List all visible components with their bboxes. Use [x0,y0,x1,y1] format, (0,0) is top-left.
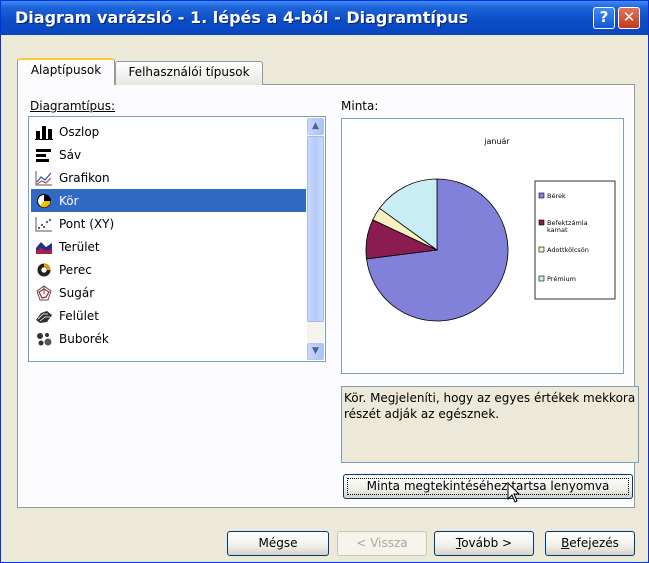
surface-chart-icon [36,310,52,323]
list-item-radar[interactable]: Sugár [31,281,306,304]
column-chart-icon [35,125,53,140]
chart-type-listbox[interactable]: Oszlop Sáv Grafikon Kör Pont (XY) Terüle… [28,116,326,362]
list-item-pie[interactable]: Kör [31,189,306,212]
list-item-bar[interactable]: Sáv [31,143,306,166]
list-item-label: Kör [59,193,79,208]
pie-chart-icon [37,193,51,208]
tab-custom-types[interactable]: Felhasználói típusok [115,61,263,85]
area-chart-icon [36,241,52,254]
scroll-up-button[interactable]: ▲ [307,118,324,135]
list-item-label: Sáv [59,147,82,162]
focus-rectangle [347,478,629,495]
bar-chart-icon [36,148,51,162]
doughnut-chart-icon [37,263,51,276]
list-item-bubble[interactable]: Buborék [31,327,306,350]
list-item-area[interactable]: Terület [31,235,306,258]
chart-type-label: Diagramtípus: [30,99,116,113]
legend-swatch [538,219,545,226]
list-item-line[interactable]: Grafikon [31,166,306,189]
list-item-label: Terület [59,239,100,254]
scatter-chart-icon [35,216,52,231]
finish-button[interactable]: Befejezés [545,531,635,556]
scroll-thumb[interactable] [307,136,324,322]
tab-standard-types[interactable]: Alaptípusok [17,58,115,85]
legend-label: Bérek [547,192,566,200]
list-item-scatter[interactable]: Pont (XY) [31,212,306,235]
list-item-label: Oszlop [59,124,100,139]
mouse-pointer-icon [507,482,521,503]
list-item-surface[interactable]: Felület [31,304,306,327]
finish-label: efejezés [569,536,619,550]
radar-chart-icon [36,284,52,300]
bubble-chart-icon [37,332,52,345]
list-item-doughnut[interactable]: Perec [31,258,306,281]
line-chart-icon [35,170,52,185]
pie-chart: január BérekBefektzámla kamatAdottkölcsön… [365,137,616,322]
sample-label: Minta: [341,99,379,113]
list-item-label: Buborék [59,331,109,346]
legend-label: Adottkölcsön [547,246,589,254]
back-button: < Vissza [337,531,427,556]
legend-swatch [538,246,545,253]
list-item-label: Sugár [59,285,95,300]
chart-preview: január Bérek Befektzámla kamat Adottkölcsön… [341,118,624,374]
legend-swatch [538,192,545,199]
list-item-column[interactable]: Oszlop [31,120,306,143]
cancel-button[interactable]: Mégse [227,531,329,556]
next-label: ovább > [461,536,513,550]
chart-title: január [483,137,510,146]
window-title: Diagram varázsló - 1. lépés a 4-ből - Di… [15,8,469,27]
list-item-label: Grafikon [59,170,110,185]
legend-label: Prémium [547,275,576,283]
legend-swatch [538,275,545,282]
close-button[interactable]: ✕ [618,7,640,29]
list-item-label: Pont (XY) [59,216,115,231]
help-button[interactable]: ? [593,7,615,29]
title-bar[interactable]: Diagram varázsló - 1. lépés a 4-ből - Di… [1,1,648,35]
chart-type-description: Kör. Megjeleníti, hogy az egyes értékek … [341,386,639,463]
list-item-label: Felület [59,308,99,323]
list-item-label: Perec [59,262,92,277]
list-scrollbar[interactable]: ▲ ▼ [307,118,324,360]
scroll-down-button[interactable]: ▼ [307,343,324,360]
press-and-hold-preview-button[interactable]: Minta megtekintéséhez tartsa lenyomva [343,474,633,499]
next-button[interactable]: Tovább > [434,531,534,556]
